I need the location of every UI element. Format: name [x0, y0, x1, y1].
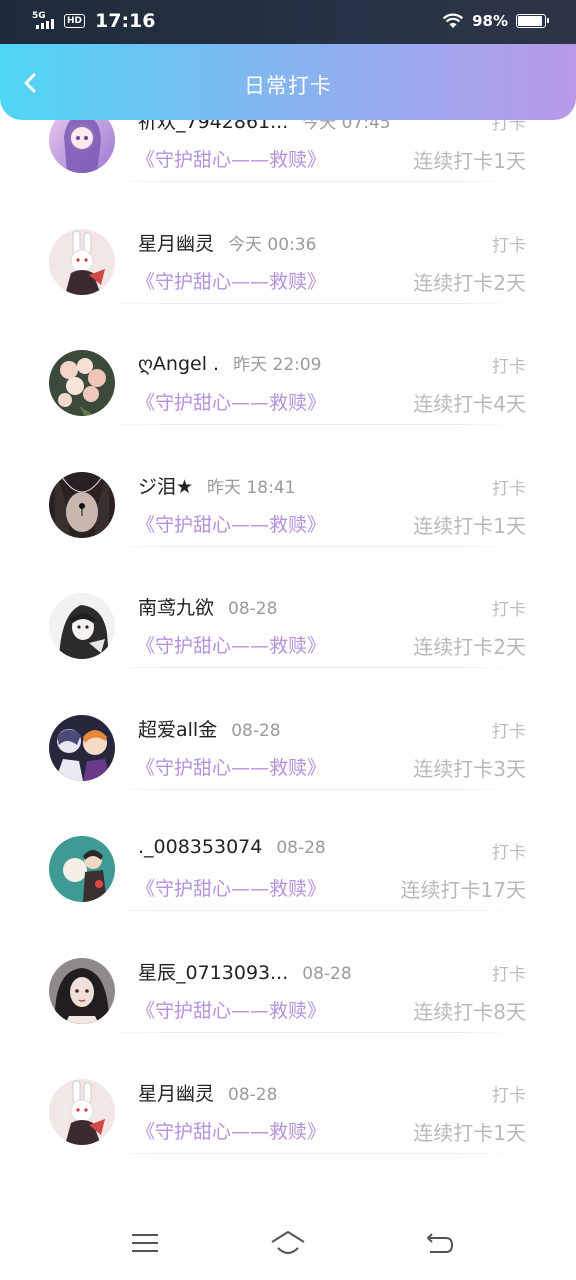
row-divider — [100, 1031, 520, 1033]
username[interactable]: 星月幽灵 — [138, 229, 214, 256]
row-divider — [100, 181, 520, 182]
name-line: ._008353074 08-28 — [138, 836, 326, 858]
username[interactable]: 星辰_0713093... — [138, 958, 288, 985]
list-item[interactable]: ._008353074 08-28 打卡 《守护甜心——救赎》 连续打卡17天 — [0, 836, 576, 957]
row-divider — [100, 424, 520, 425]
username[interactable]: 南鸢九欲 — [138, 593, 214, 620]
row-divider — [100, 788, 520, 790]
username[interactable]: 超爱all金 — [138, 715, 217, 742]
streak-label: 连续打卡2天 — [413, 635, 526, 659]
book-title-link[interactable]: 《守护甜心——救赎》 — [136, 996, 326, 1023]
name-line: 星辰_0713093... 08-28 — [138, 958, 352, 985]
avatar[interactable] — [49, 714, 115, 781]
streak-label: 连续打卡1天 — [413, 513, 526, 538]
checkin-tag: 打卡 — [492, 357, 526, 377]
book-title-link[interactable]: 《守护甜心——救赎》 — [136, 874, 326, 901]
book-title-link[interactable]: 《守护甜心——救赎》 — [136, 388, 326, 415]
name-line: ジ泪★ 昨天 18:41 — [138, 472, 295, 499]
avatar[interactable] — [49, 471, 115, 538]
checkin-tag: 打卡 — [492, 964, 526, 985]
checkin-tag: 打卡 — [492, 478, 526, 499]
name-line: 星月幽灵 08-28 — [138, 1079, 277, 1106]
checkin-time: 08-28 — [276, 838, 326, 858]
streak-label: 连续打卡1天 — [413, 1121, 526, 1145]
checkin-tag: 打卡 — [492, 600, 526, 620]
checkin-time: 昨天 18:41 — [207, 477, 296, 498]
checkin-time: 08-28 — [228, 599, 278, 619]
book-title-link[interactable]: 《守护甜心——救赎》 — [136, 1117, 326, 1144]
menu-icon[interactable] — [130, 1228, 160, 1258]
book-title-link[interactable]: 《守护甜心——救赎》 — [136, 267, 326, 294]
app-header: 日常打卡 — [0, 44, 576, 120]
checkin-tag: 打卡 — [492, 235, 526, 256]
username[interactable]: ジ泪★ — [138, 472, 193, 499]
checkin-time: 08-28 — [228, 1085, 278, 1105]
hd-badge: HD — [64, 14, 86, 28]
avatar[interactable] — [49, 957, 115, 1024]
streak-label: 连续打卡3天 — [413, 756, 526, 781]
list-item[interactable]: 南鸢九欲 08-28 打卡 《守护甜心——救赎》 连续打卡2天 — [0, 593, 576, 714]
status-right: 98% — [442, 12, 549, 30]
avatar[interactable] — [49, 593, 115, 659]
streak-label: 连续打卡8天 — [413, 999, 526, 1024]
row-divider — [100, 667, 520, 668]
checkin-tag: 打卡 — [492, 1086, 526, 1106]
checkin-time: 08-28 — [302, 963, 352, 984]
username[interactable]: ღAngel . — [138, 353, 219, 375]
page-title: 日常打卡 — [244, 74, 332, 98]
streak-label: 连续打卡4天 — [413, 392, 526, 416]
book-title-link[interactable]: 《守护甜心——救赎》 — [136, 510, 326, 537]
row-divider — [100, 1153, 520, 1154]
username[interactable]: ._008353074 — [138, 836, 262, 858]
clock: 17:16 — [95, 10, 156, 32]
status-left: 5G HD 17:16 — [32, 10, 156, 32]
signal-icon: 5G — [32, 11, 58, 31]
avatar[interactable] — [49, 836, 115, 902]
checkin-time: 今天 00:36 — [228, 234, 317, 255]
wifi-icon — [442, 13, 464, 28]
checkin-time: 08-28 — [231, 720, 281, 741]
name-line: 星月幽灵 今天 00:36 — [138, 229, 316, 256]
checkin-time: 昨天 22:09 — [233, 355, 322, 375]
checkin-tag: 打卡 — [492, 721, 526, 742]
battery-percent: 98% — [472, 12, 508, 30]
name-line: 南鸢九欲 08-28 — [138, 593, 277, 620]
avatar[interactable] — [49, 350, 115, 416]
name-line: 超爱all金 08-28 — [138, 715, 281, 742]
list-item[interactable]: 星月幽灵 今天 00:36 打卡 《守护甜心——救赎》 连续打卡2天 — [0, 228, 576, 350]
system-nav-bar — [0, 1210, 576, 1280]
username[interactable]: 星月幽灵 — [138, 1079, 214, 1106]
list-item[interactable]: ღAngel . 昨天 22:09 打卡 《守护甜心——救赎》 连续打卡4天 — [0, 350, 576, 471]
checkin-tag: 打卡 — [492, 843, 526, 863]
list-item[interactable]: ジ泪★ 昨天 18:41 打卡 《守护甜心——救赎》 连续打卡1天 — [0, 471, 576, 593]
book-title-link[interactable]: 《守护甜心——救赎》 — [136, 631, 326, 658]
streak-label: 连续打卡17天 — [400, 878, 526, 902]
book-title-link[interactable]: 《守护甜心——救赎》 — [136, 145, 326, 172]
book-title-link[interactable]: 《守护甜心——救赎》 — [136, 753, 326, 780]
row-divider — [100, 910, 520, 911]
list-item[interactable]: 星辰_0713093... 08-28 打卡 《守护甜心——救赎》 连续打卡8天 — [0, 957, 576, 1079]
battery-icon — [516, 14, 549, 28]
status-bar: 5G HD 17:16 98% — [0, 0, 576, 44]
list-item[interactable]: 星月幽灵 08-28 打卡 《守护甜心——救赎》 连续打卡1天 — [0, 1079, 576, 1200]
home-icon[interactable] — [270, 1228, 306, 1258]
row-divider — [100, 545, 520, 547]
streak-label: 连续打卡2天 — [413, 270, 526, 295]
name-line: ღAngel . 昨天 22:09 — [138, 350, 322, 375]
return-icon[interactable] — [424, 1228, 456, 1258]
list-item[interactable]: 超爱all金 08-28 打卡 《守护甜心——救赎》 连续打卡3天 — [0, 714, 576, 836]
avatar[interactable] — [49, 1079, 115, 1145]
list-item[interactable]: 祈欢_7942861... 今天 07:45 打卡 《守护甜心——救赎》 连续打… — [0, 107, 576, 228]
avatar[interactable] — [49, 228, 115, 295]
row-divider — [100, 302, 520, 304]
streak-label: 连续打卡1天 — [413, 149, 526, 173]
